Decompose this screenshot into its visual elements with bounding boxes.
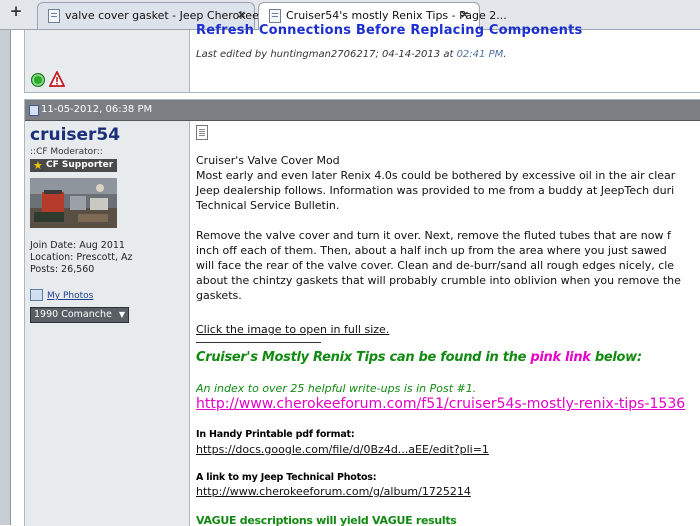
tab-title: Cruiser54's mostly Renix Tips - Page 2..… (286, 9, 507, 22)
user-info-panel: cruiser54 ::CF Moderator:: ★ CF Supporte… (25, 121, 190, 526)
edited-time: 02:41 PM (456, 49, 504, 60)
post-header: 11-05-2012, 06:38 PM (25, 100, 700, 121)
close-tab-icon[interactable]: × (460, 8, 469, 22)
signature-tips-heading: Cruiser's Mostly Renix Tips can be found… (196, 350, 642, 365)
vague-note: VAGUE descriptions will yield VAGUE resu… (196, 514, 457, 526)
username-link[interactable]: cruiser54 (30, 124, 120, 146)
click-image-link[interactable]: Click the image to open in full size. (196, 322, 389, 337)
supporter-badge: ★ CF Supporter (30, 159, 118, 172)
chevron-down-icon: ▼ (118, 310, 125, 319)
pink-link-text: pink link (530, 350, 591, 365)
page-icon (48, 9, 60, 23)
index-note: An index to over 25 helpful write-ups is… (196, 382, 477, 395)
left-frame-edge (0, 30, 11, 525)
user-location: Location: Prescott, Az (30, 252, 133, 263)
pdf-link[interactable]: https://docs.google.com/file/d/0Bz4d...a… (196, 443, 489, 457)
vehicle-label: 1990 Comanche (34, 309, 112, 320)
post-line: about the chintzy gaskets that will prob… (196, 274, 681, 287)
report-warning-icon[interactable] (49, 71, 65, 87)
page-icon (269, 9, 281, 23)
user-title: ::CF Moderator:: (30, 147, 103, 157)
vehicle-dropdown[interactable]: 1990 Comanche ▼ (30, 307, 129, 323)
user-avatar-image[interactable] (30, 178, 117, 228)
renix-tips-link[interactable]: http://www.cherokeeforum.com/f51/cruiser… (196, 395, 685, 413)
last-edited-note: Last edited by huntingman2706217; 04-14-… (196, 49, 507, 60)
post-line: will face the rear of the valve cover. C… (196, 259, 675, 272)
user-stats: Join Date: Aug 2011 Location: Prescott, … (30, 240, 132, 276)
join-date: Join Date: Aug 2011 (30, 240, 125, 251)
previous-post-user-cell (25, 30, 190, 92)
pdf-heading: In Handy Printable pdf format: (196, 429, 355, 440)
previous-post-message: Refresh Connections Before Replacing Com… (190, 23, 700, 92)
post-line: gaskets. (196, 289, 242, 302)
post-line: Technical Service Bulletin. (196, 199, 340, 212)
post-line: Cruiser's Valve Cover Mod (196, 154, 340, 167)
previous-post-heading: Refresh Connections Before Replacing Com… (196, 23, 583, 38)
forum-post: 11-05-2012, 06:38 PM cruiser54 ::CF Mode… (24, 99, 700, 526)
post-line: inch off each of them. Then, about a hal… (196, 244, 667, 257)
document-icon (196, 125, 208, 140)
photo-album-icon (30, 289, 43, 301)
close-tab-icon[interactable]: × (237, 8, 246, 22)
post-line: Jeep dealership follows. Information was… (196, 184, 675, 197)
post-date: 11-05-2012, 06:38 PM (41, 104, 153, 115)
signature-divider (196, 342, 321, 343)
post-line: Remove the valve cover and turn it over.… (196, 229, 671, 242)
my-photos-label[interactable]: My Photos (47, 290, 93, 302)
post-body-text: Cruiser's Valve Cover Mod Most early and… (196, 153, 700, 303)
album-link[interactable]: http://www.cherokeeforum.com/g/album/172… (196, 485, 471, 499)
previous-post: Refresh Connections Before Replacing Com… (24, 23, 700, 93)
new-tab-button[interactable]: + (8, 3, 24, 19)
post-icon (29, 105, 39, 116)
post-count: Posts: 26,560 (30, 264, 95, 275)
post-message: Cruiser's Valve Cover Mod Most early and… (190, 121, 700, 526)
online-status-icon (31, 73, 45, 87)
photos-heading: A link to my Jeep Technical Photos: (196, 472, 377, 483)
star-icon: ★ (33, 159, 43, 172)
post-line: Most early and even later Renix 4.0s cou… (196, 169, 676, 182)
